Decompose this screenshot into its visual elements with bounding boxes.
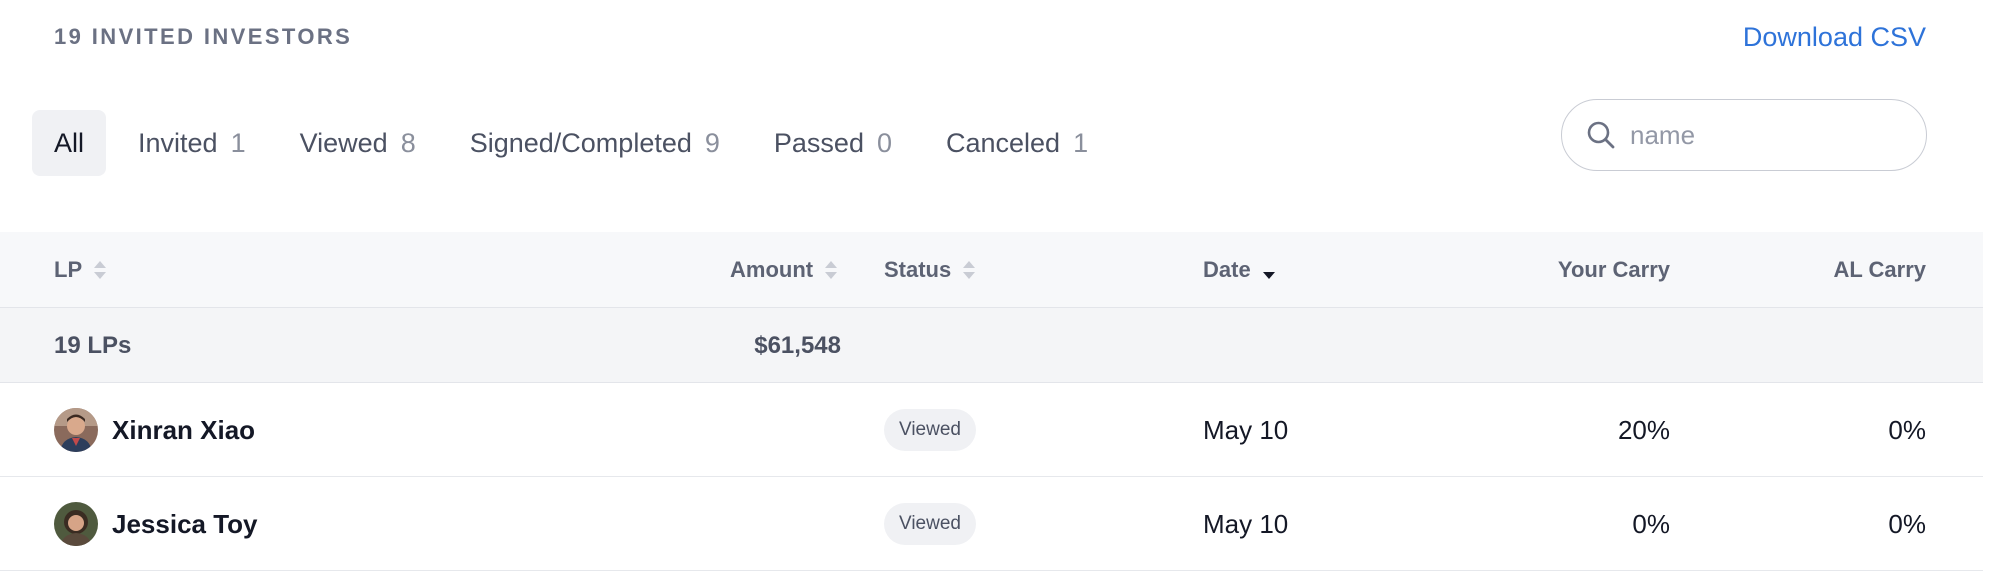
amount-total: $61,548: [754, 331, 841, 359]
tab-signed-completed[interactable]: Signed/Completed 9: [448, 110, 742, 176]
sort-icon: [825, 261, 838, 279]
tab-label: All: [54, 127, 85, 158]
tab-count: 1: [1073, 127, 1089, 158]
lp-count: 19 LPs: [54, 331, 132, 359]
column-label: Date: [1203, 257, 1251, 282]
status-cell: Viewed: [884, 383, 976, 477]
column-label: AL Carry: [1833, 257, 1926, 282]
status-cell: Viewed: [884, 477, 976, 571]
tab-viewed[interactable]: Viewed 8: [278, 110, 438, 176]
column-header-amount[interactable]: Amount: [730, 232, 838, 308]
column-header-status[interactable]: Status: [884, 232, 976, 308]
status-badge: Viewed: [884, 409, 976, 451]
tab-all[interactable]: All: [32, 110, 107, 176]
search-icon: [1587, 121, 1615, 149]
tab-label: Viewed: [299, 127, 388, 158]
your-carry-cell: 20%: [1617, 414, 1670, 445]
sort-icon: [94, 261, 107, 279]
column-header-al-carry[interactable]: AL Carry: [1833, 232, 1926, 308]
tab-invited[interactable]: Invited 1: [116, 110, 268, 176]
tab-label: Canceled: [946, 127, 1061, 158]
tab-count: 0: [876, 127, 892, 158]
lp-name[interactable]: Jessica Toy: [112, 509, 258, 540]
column-header-date[interactable]: Date: [1203, 232, 1275, 308]
column-label: Your Carry: [1557, 257, 1670, 282]
investors-heading: 19 INVITED INVESTORS: [54, 24, 353, 49]
lp-name[interactable]: Xinran Xiao: [112, 415, 255, 446]
tab-count: 1: [230, 127, 246, 158]
filter-tabs: All Invited 1 Viewed 8 Signed/Completed …: [32, 110, 1120, 176]
status-badge: Viewed: [884, 503, 976, 545]
date-cell: May 10: [1203, 414, 1289, 445]
tab-count: 9: [704, 127, 720, 158]
column-label: Amount: [730, 257, 814, 282]
search-box[interactable]: [1561, 99, 1927, 171]
column-header-lp[interactable]: LP: [54, 232, 107, 308]
tab-label: Signed/Completed: [469, 127, 692, 158]
summary-row: 19 LPs $61,548: [0, 308, 1983, 383]
al-carry-cell: 0%: [1888, 414, 1926, 445]
avatar: [54, 408, 98, 452]
al-carry-cell: 0%: [1888, 508, 1926, 539]
sort-icon: [963, 261, 976, 279]
lp-cell: Jessica Toy: [54, 477, 258, 571]
table-row[interactable]: Jessica Toy Viewed May 10 0% 0%: [0, 477, 1983, 571]
download-csv-link[interactable]: Download CSV: [1743, 22, 1926, 53]
tab-passed[interactable]: Passed 0: [752, 110, 914, 176]
tab-label: Passed: [773, 127, 864, 158]
tab-count: 8: [400, 127, 416, 158]
date-cell: May 10: [1203, 508, 1289, 539]
column-header-your-carry[interactable]: Your Carry: [1558, 232, 1670, 308]
tab-canceled[interactable]: Canceled 1: [924, 110, 1110, 176]
column-label: Status: [884, 257, 952, 282]
your-carry-cell: 0%: [1632, 508, 1670, 539]
avatar: [54, 502, 98, 546]
sort-desc-icon: [1262, 261, 1275, 279]
search-input[interactable]: [1630, 119, 1890, 151]
lp-cell: Xinran Xiao: [54, 383, 255, 477]
tab-label: Invited: [138, 127, 218, 158]
table-row[interactable]: Xinran Xiao Viewed May 10 20% 0%: [0, 383, 1983, 477]
table-header: LP Amount Status Date Your Carry AL Carr…: [0, 232, 1983, 308]
column-label: LP: [54, 257, 83, 282]
